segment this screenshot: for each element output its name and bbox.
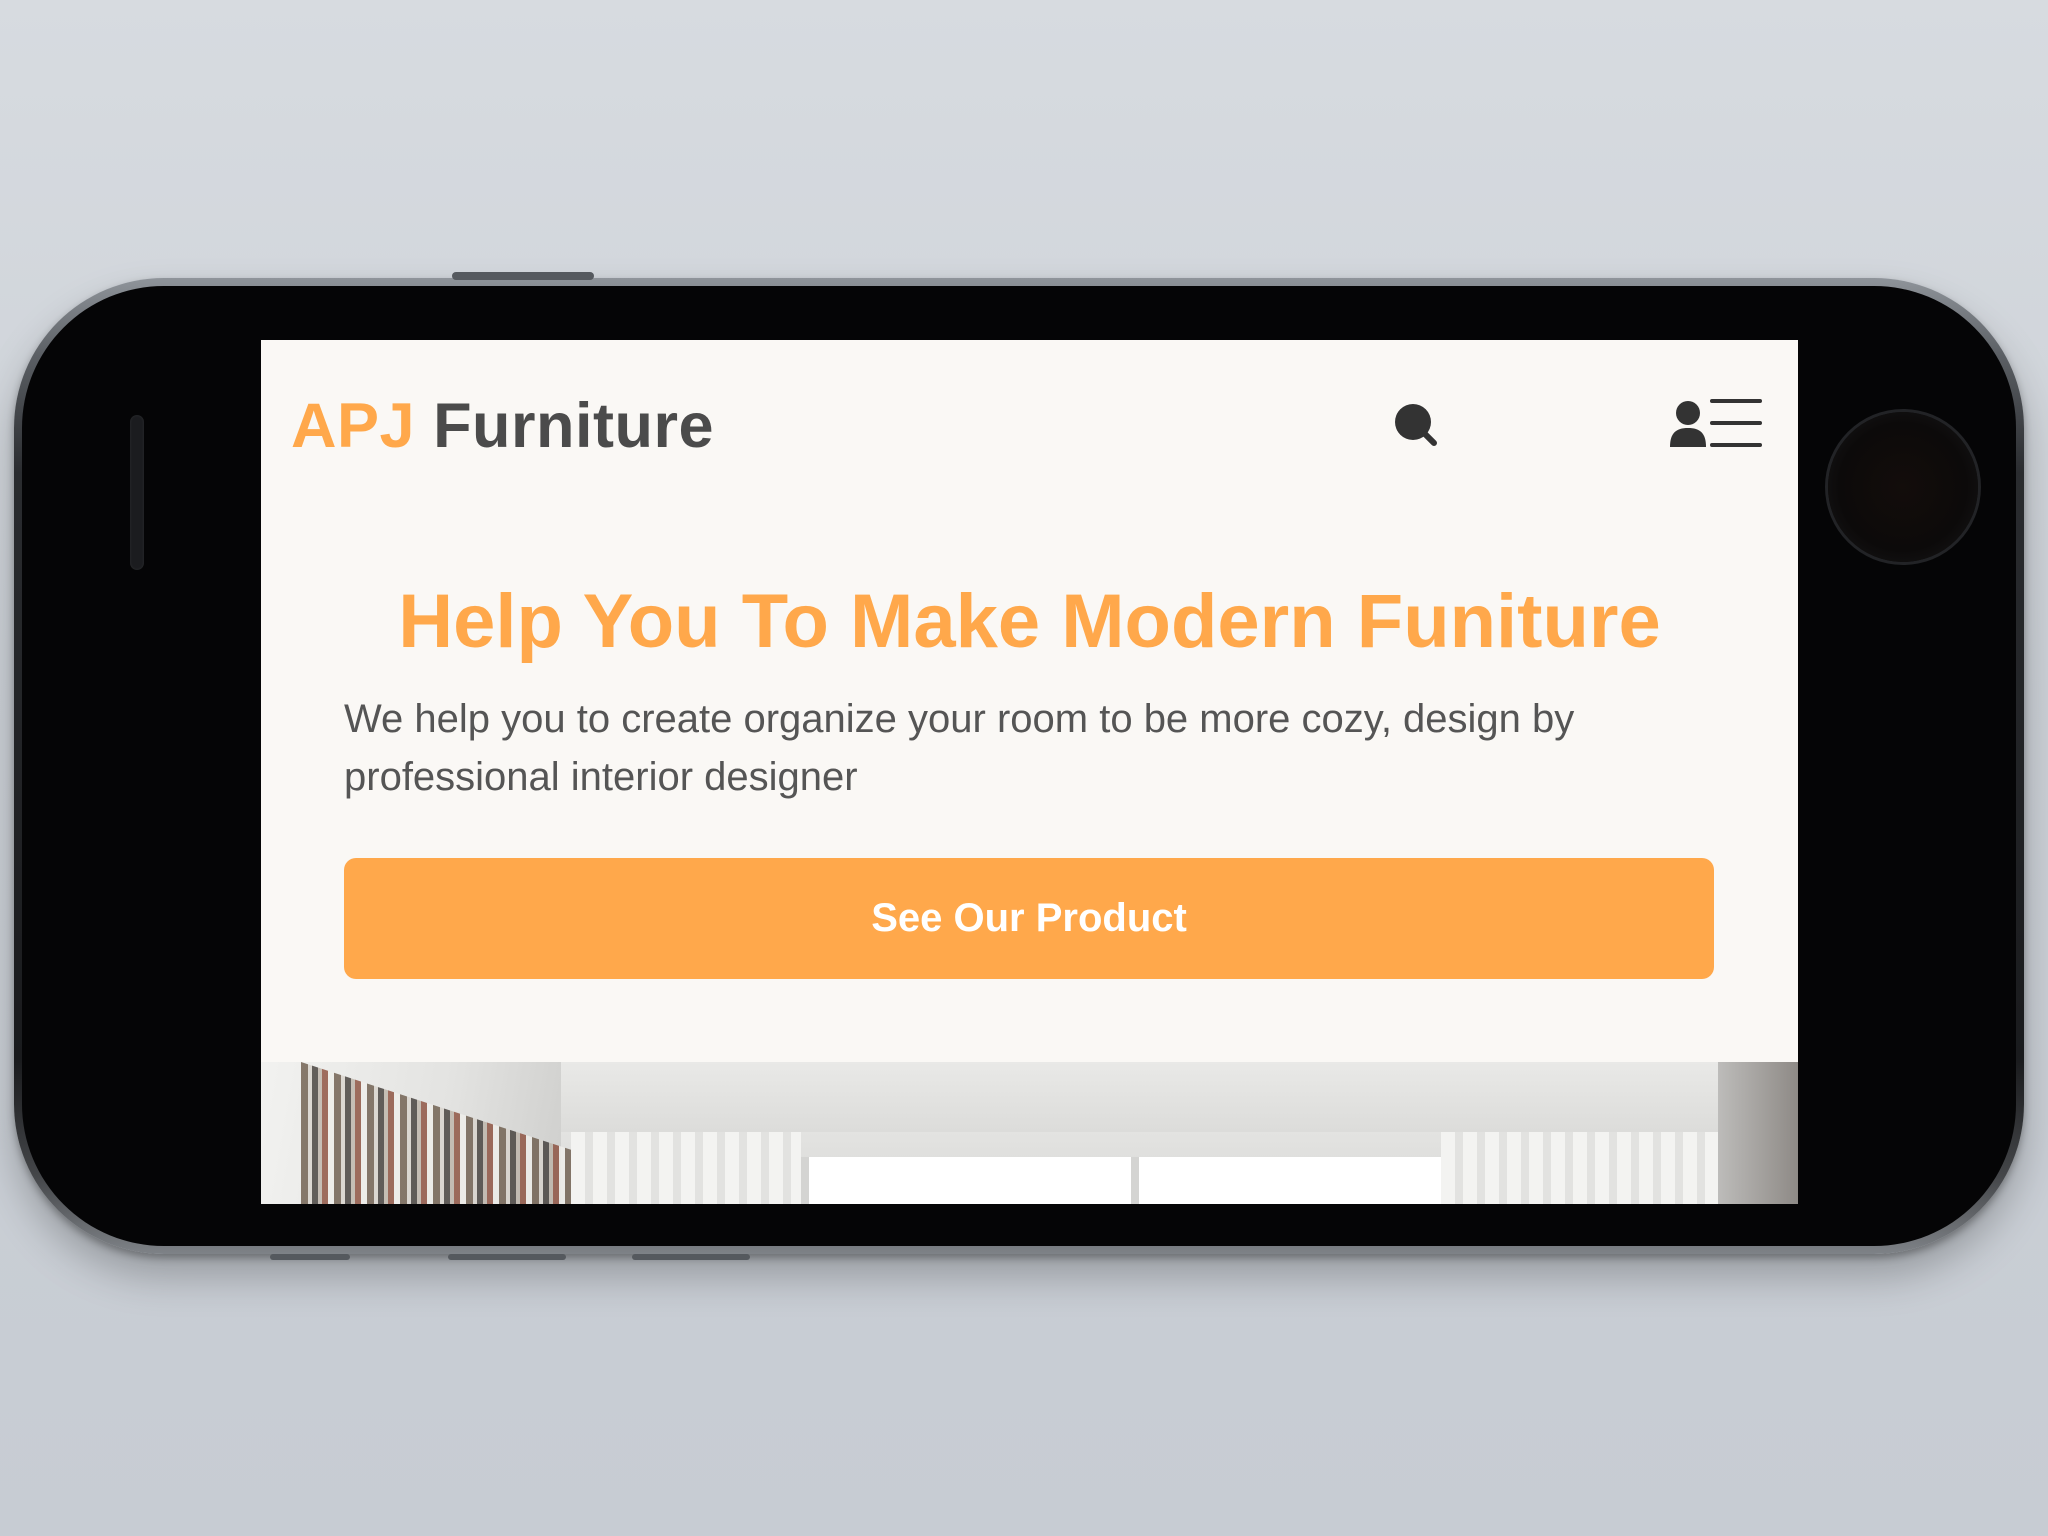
phone-speaker	[130, 415, 144, 570]
search-button[interactable]	[1381, 390, 1451, 460]
logo-accent-text: APJ	[291, 391, 416, 461]
image-wall	[1718, 1062, 1798, 1204]
hero-title: Help You To Make Modern Funiture	[398, 579, 1661, 664]
image-curtain	[1441, 1132, 1721, 1204]
site-logo[interactable]: APJ Furniture	[291, 390, 714, 462]
site-header: APJ Furniture	[261, 340, 1798, 510]
phone-home-button[interactable]	[1828, 412, 1978, 562]
image-curtain	[571, 1132, 801, 1204]
search-icon	[1395, 404, 1437, 446]
menu-button[interactable]	[1701, 388, 1771, 458]
phone-side-button	[452, 272, 594, 280]
image-window	[1131, 1157, 1457, 1204]
image-window	[801, 1157, 1147, 1204]
phone-side-button	[448, 1254, 566, 1260]
hero-subtitle: We help you to create organize your room…	[344, 697, 1575, 799]
phone-screen: APJ Furniture Help You To Make Modern Fu…	[261, 340, 1798, 1204]
see-product-button[interactable]: See Our Product	[344, 858, 1714, 979]
phone-side-button	[270, 1254, 350, 1260]
logo-text: Furniture	[433, 391, 715, 461]
phone-side-button	[632, 1254, 750, 1260]
menu-icon	[1710, 399, 1762, 447]
hero-room-image	[261, 1062, 1798, 1204]
